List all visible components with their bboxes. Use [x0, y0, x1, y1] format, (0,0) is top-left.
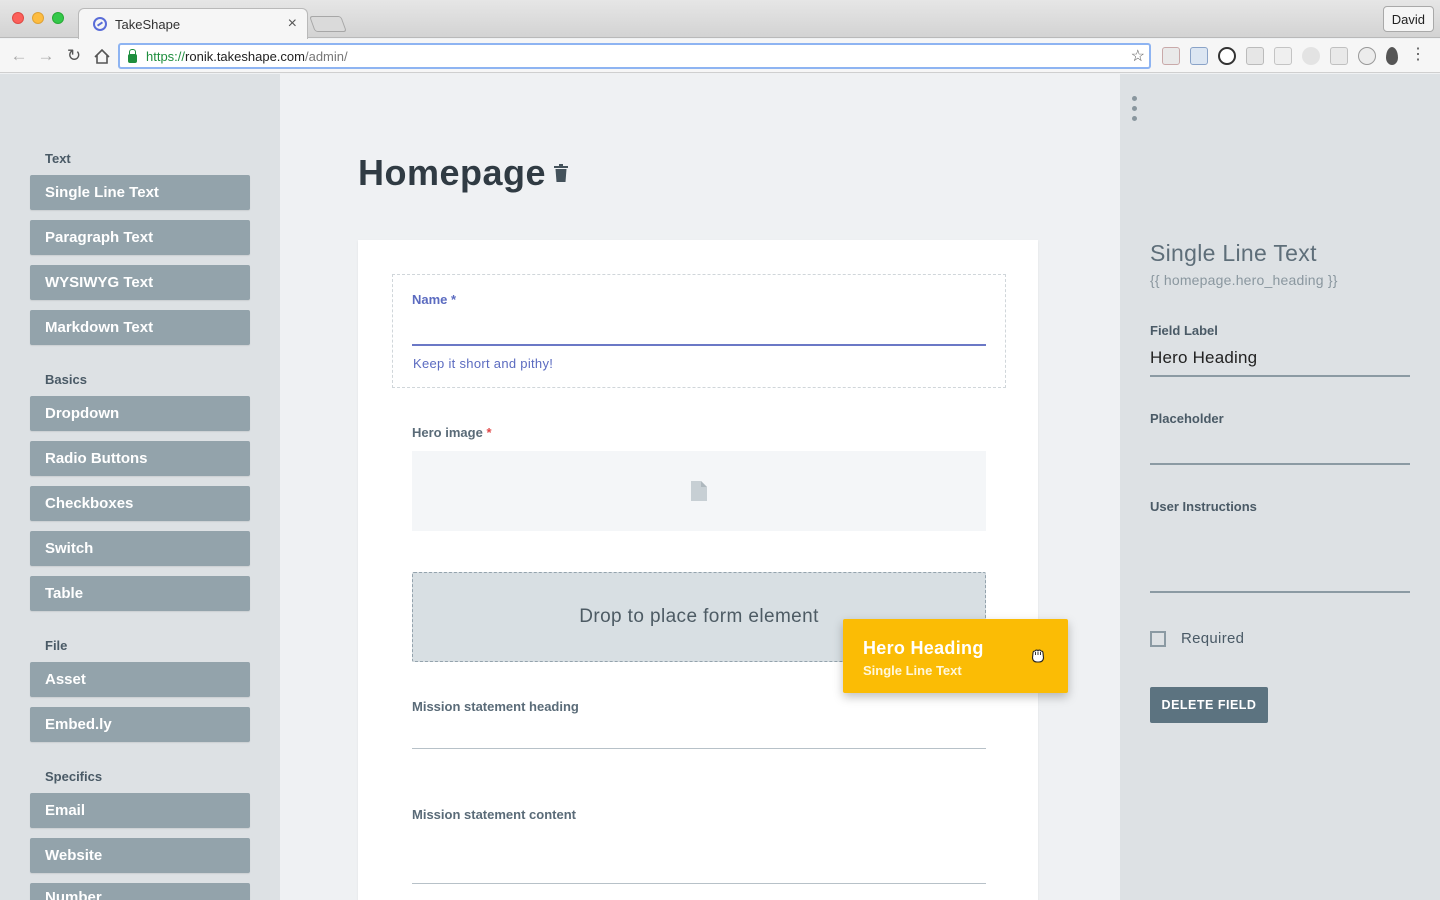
extension-icon[interactable] — [1358, 47, 1376, 65]
palette-wysiwyg-text[interactable]: WYSIWYG Text — [30, 265, 250, 300]
extension-icon[interactable] — [1162, 47, 1180, 65]
palette-asset[interactable]: Asset — [30, 662, 250, 697]
file-icon — [691, 481, 707, 501]
name-field[interactable]: Name * Keep it short and pithy! — [392, 274, 1006, 388]
url-scheme: https:// — [146, 48, 186, 64]
palette-dropdown[interactable]: Dropdown — [30, 396, 250, 431]
field-label-input[interactable]: Hero Heading — [1150, 348, 1257, 368]
palette-group-title: Text — [45, 151, 71, 166]
palette-email[interactable]: Email — [30, 793, 250, 828]
template-handle: {{ homepage.hero_heading }} — [1150, 272, 1338, 288]
user-instructions-input[interactable] — [1150, 591, 1410, 593]
profile-button[interactable]: David — [1382, 6, 1434, 32]
extension-icon[interactable] — [1330, 47, 1348, 65]
field-label-underline — [1150, 375, 1410, 377]
takeshape-favicon-icon — [93, 17, 107, 31]
palette-radio-buttons[interactable]: Radio Buttons — [30, 441, 250, 476]
palette-group-title: Basics — [45, 372, 87, 387]
forward-arrow-icon[interactable]: → — [35, 45, 57, 67]
address-bar[interactable]: https:// ronik.takeshape.com /admin/ ☆ — [118, 43, 1151, 69]
mission-heading-input[interactable] — [412, 748, 986, 749]
url-path: /admin/ — [304, 48, 348, 64]
name-label-text: Name — [412, 292, 448, 307]
palette-single-line-text[interactable]: Single Line Text — [30, 175, 250, 210]
palette-switch[interactable]: Switch — [30, 531, 250, 566]
close-window-button[interactable] — [12, 12, 24, 24]
placeholder-underline — [1150, 463, 1410, 465]
palette-checkboxes[interactable]: Checkboxes — [30, 486, 250, 521]
form-editor: Homepage Name * Keep it short and pithy!… — [280, 74, 1120, 900]
extension-icon[interactable] — [1274, 47, 1292, 65]
palette-number[interactable]: Number — [30, 883, 250, 900]
back-arrow-icon[interactable]: ← — [8, 45, 30, 67]
extension-icon[interactable] — [1386, 47, 1398, 65]
browser-tab[interactable]: TakeShape × — [78, 8, 308, 39]
tab-title: TakeShape — [115, 16, 181, 32]
lock-icon — [128, 48, 137, 63]
extension-icon[interactable] — [1246, 47, 1264, 65]
field-inspector: Single Line Text {{ homepage.hero_headin… — [1120, 74, 1440, 900]
extension-icon[interactable] — [1218, 47, 1236, 65]
palette-markdown-text[interactable]: Markdown Text — [30, 310, 250, 345]
palette-table[interactable]: Table — [30, 576, 250, 611]
maximize-window-button[interactable] — [52, 12, 64, 24]
palette-group-title: Specifics — [45, 769, 103, 784]
name-field-label: Name * — [412, 292, 456, 307]
palette-paragraph-text[interactable]: Paragraph Text — [30, 220, 250, 255]
minimize-window-button[interactable] — [32, 12, 44, 24]
mission-heading-label: Mission statement heading — [412, 699, 579, 714]
browser-toolbar: ← → ↻ https:// ronik.takeshape.com /admi… — [0, 39, 1440, 73]
home-icon[interactable] — [91, 45, 113, 67]
name-help-text: Keep it short and pithy! — [413, 356, 554, 371]
mission-content-label: Mission statement content — [412, 807, 576, 822]
palette-group-title: File — [45, 638, 68, 653]
dragged-field-title: Hero Heading — [863, 638, 984, 658]
browser-titlebar: TakeShape × David — [0, 0, 1440, 39]
tab-close-icon[interactable]: × — [288, 16, 297, 32]
required-indicator: * — [486, 425, 492, 440]
browser-menu-icon[interactable]: ⋮ — [1410, 47, 1426, 63]
required-checkbox-label[interactable]: Required — [1181, 630, 1244, 647]
placeholder-label: Placeholder — [1150, 411, 1224, 426]
extension-icon[interactable] — [1302, 47, 1320, 65]
delete-field-button[interactable]: DELETE FIELD — [1150, 687, 1268, 723]
url-host: ronik.takeshape.com — [185, 48, 305, 64]
bookmark-star-icon[interactable]: ☆ — [1131, 46, 1145, 66]
dragged-field-chip[interactable]: Hero Heading Single Line Text — [843, 619, 1068, 693]
form-card: Name * Keep it short and pithy! Hero ima… — [358, 240, 1038, 900]
trash-icon[interactable] — [554, 164, 568, 182]
field-label-label: Field Label — [1150, 323, 1218, 338]
hero-image-label: Hero image * — [412, 425, 492, 440]
extension-icon[interactable] — [1190, 47, 1208, 65]
palette-embedly[interactable]: Embed.ly — [30, 707, 250, 742]
more-options-icon[interactable] — [1132, 96, 1138, 126]
required-checkbox[interactable] — [1150, 631, 1166, 647]
page-title: Homepage — [358, 152, 547, 193]
hero-image-dropzone[interactable] — [412, 451, 986, 531]
hero-image-label-text: Hero image — [412, 425, 483, 440]
new-tab-button[interactable] — [309, 16, 347, 32]
mission-content-input[interactable] — [412, 883, 986, 884]
inspector-title: Single Line Text — [1150, 240, 1317, 266]
required-indicator: * — [451, 292, 457, 307]
dragged-field-type: Single Line Text — [863, 663, 962, 678]
palette-website[interactable]: Website — [30, 838, 250, 873]
grab-cursor-icon — [1031, 649, 1045, 663]
user-instructions-label: User Instructions — [1150, 499, 1257, 514]
reload-icon[interactable]: ↻ — [63, 45, 85, 67]
name-input[interactable] — [412, 344, 986, 346]
field-palette: Text Single Line Text Paragraph Text WYS… — [0, 74, 280, 900]
